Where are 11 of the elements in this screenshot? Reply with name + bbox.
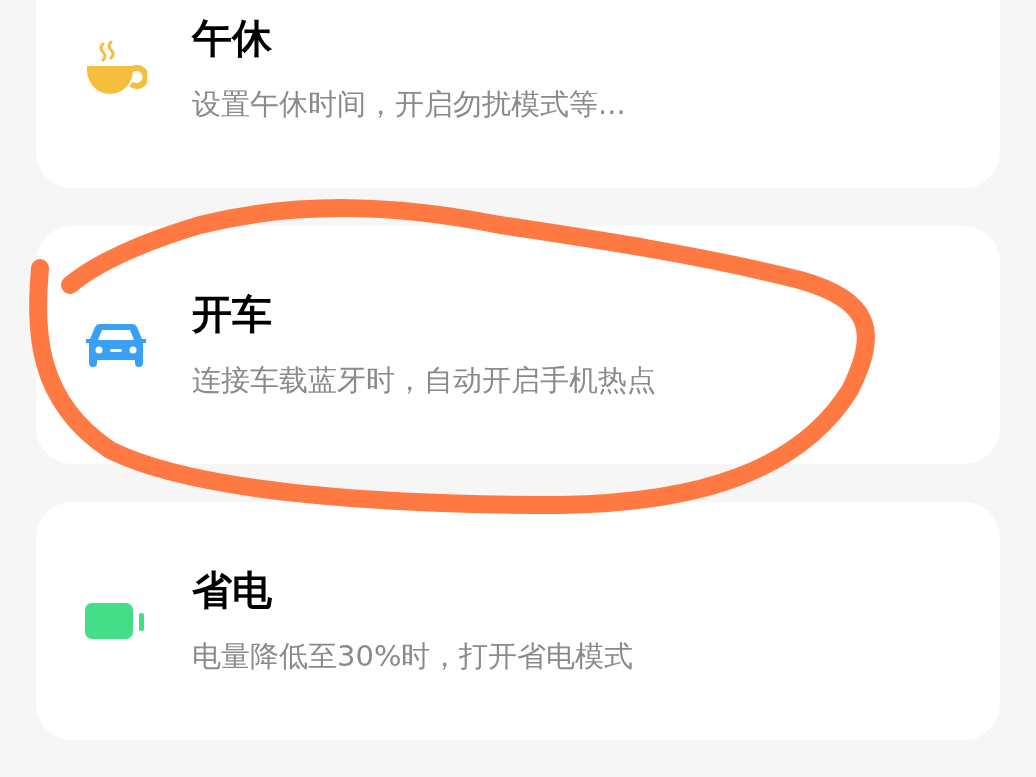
mode-title: 省电 [192,566,273,614]
mode-card[interactable]: 开车 连接车载蓝牙时，自动开启手机热点 [36,226,1000,464]
mode-description: 设置午休时间，开启勿扰模式等... [192,86,626,123]
car-icon [86,322,146,368]
mode-title: 午休 [192,14,273,62]
mode-description: 连接车载蓝牙时，自动开启手机热点 [192,362,656,399]
mode-card[interactable]: 午休 设置午休时间，开启勿扰模式等... [36,0,1000,188]
mode-title: 开车 [192,290,273,338]
mode-card[interactable]: 省电 电量降低至30%时，打开省电模式 [36,502,1000,740]
battery-icon [85,601,147,641]
mode-description: 电量降低至30%时，打开省电模式 [192,638,634,675]
